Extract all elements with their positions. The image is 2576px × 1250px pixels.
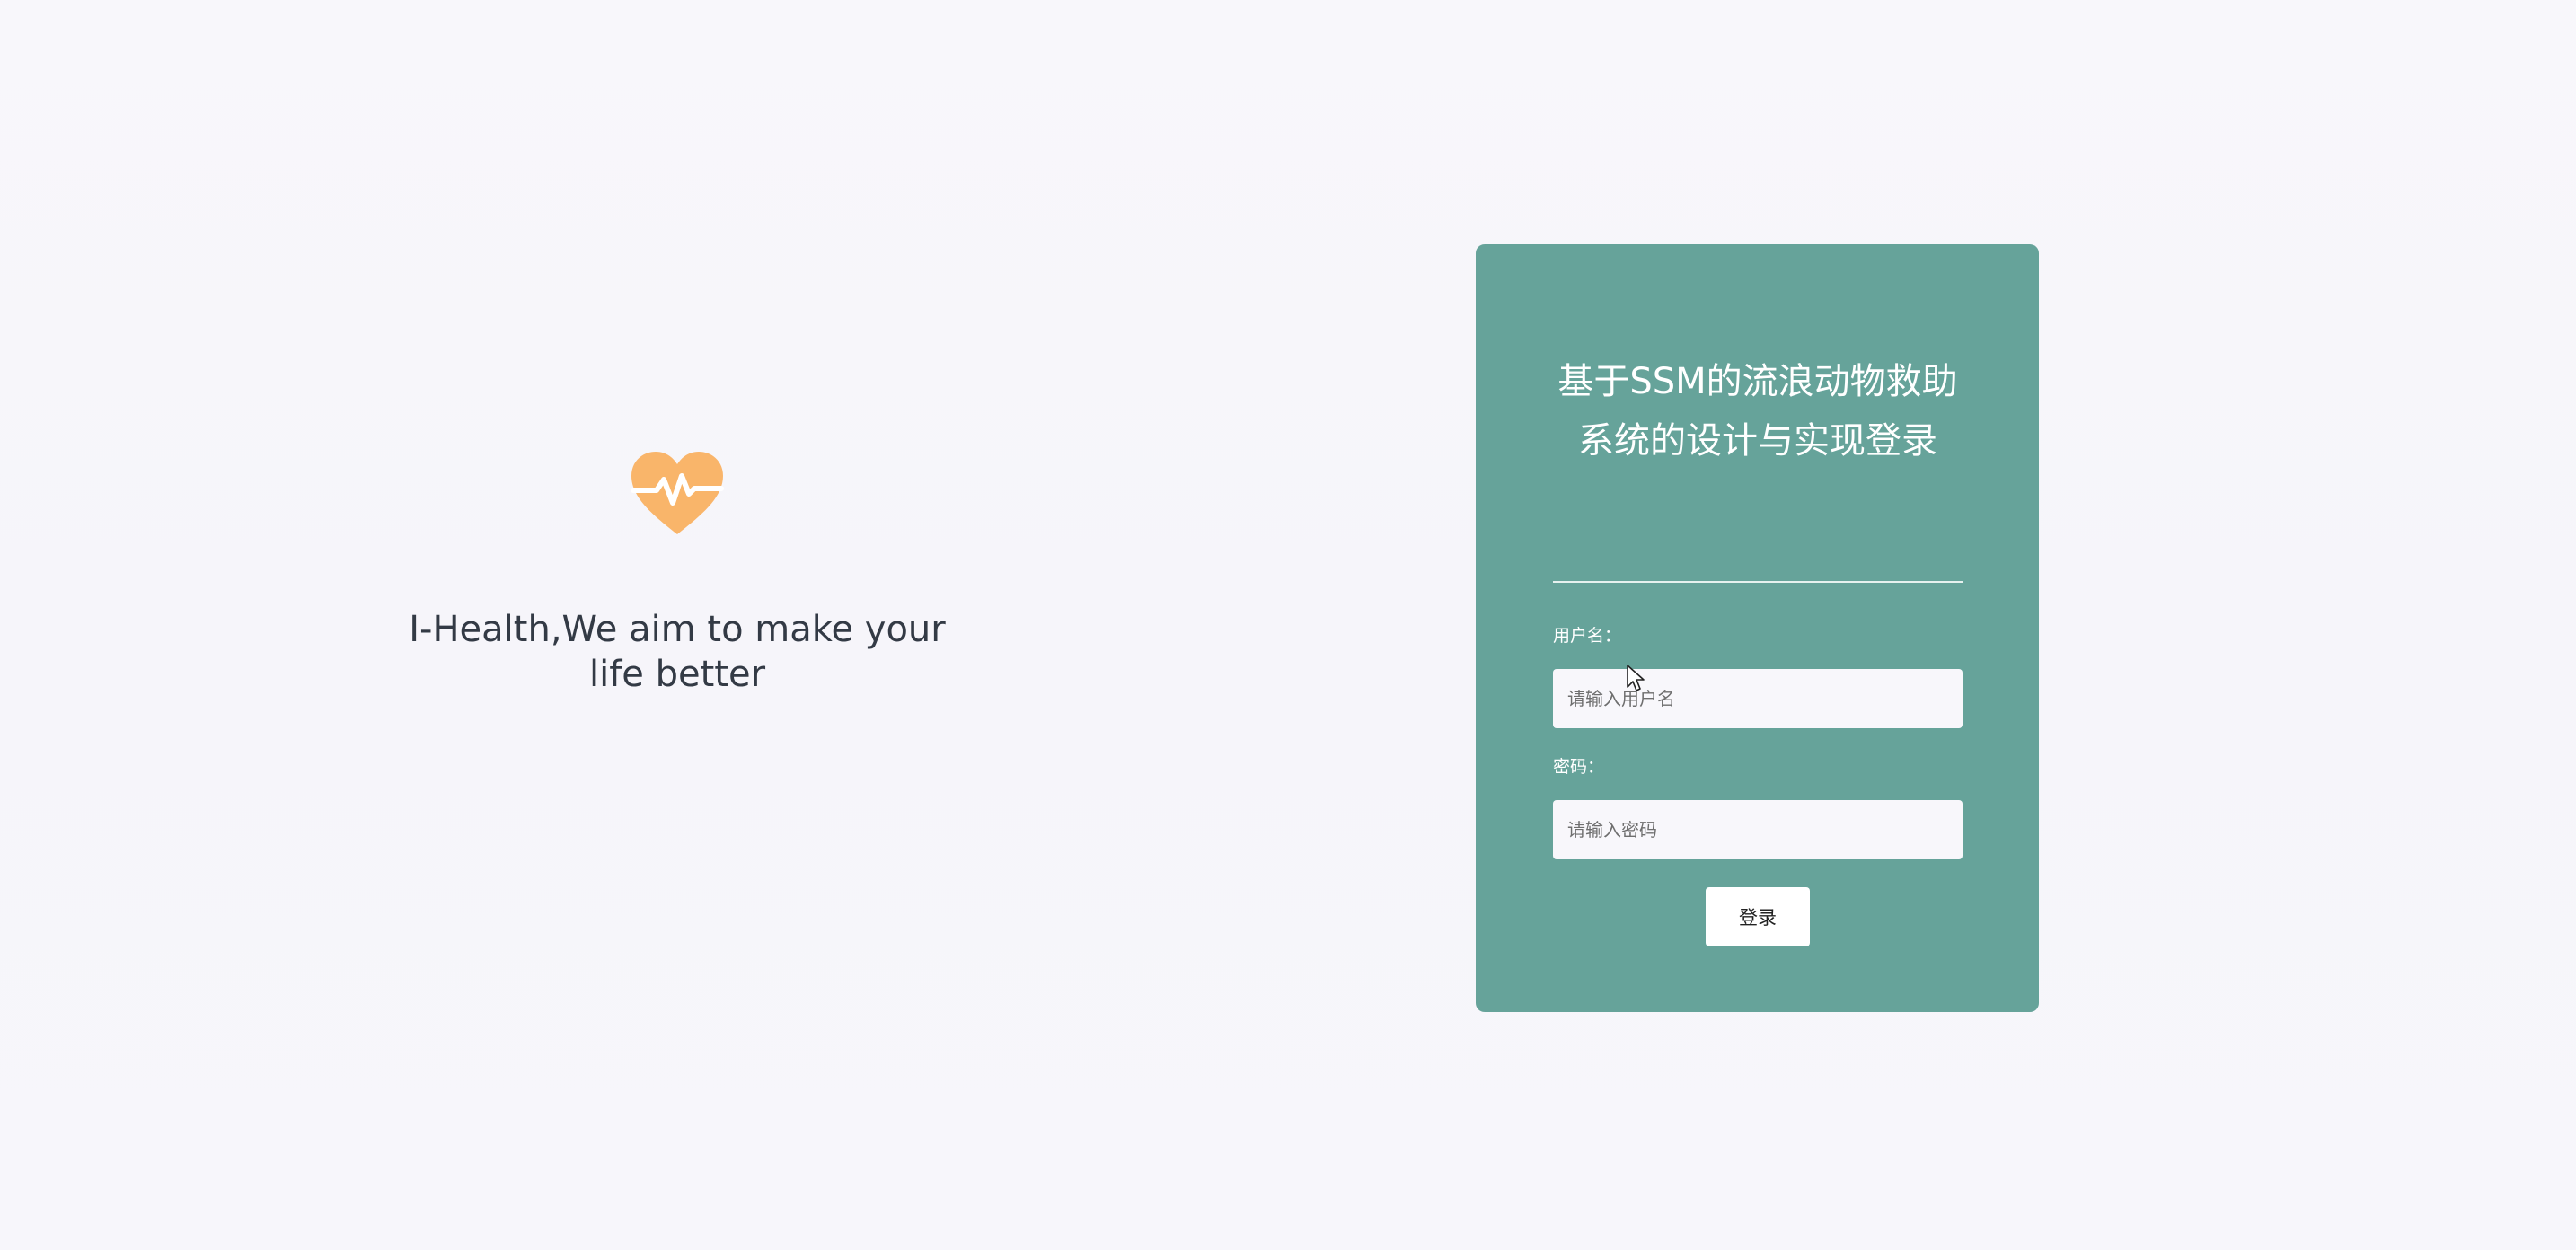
login-button[interactable]: 登录: [1706, 887, 1810, 946]
title-divider: [1553, 581, 1963, 583]
password-input[interactable]: [1553, 800, 1963, 859]
username-label: 用户名：: [1553, 626, 1622, 646]
tagline-text: I-Health,We aim to make your life better: [409, 609, 946, 695]
login-title: 基于SSM的流浪动物救助系统的设计与实现登录: [1557, 361, 1958, 462]
login-card: 基于SSM的流浪动物救助系统的设计与实现登录 用户名： 密码： 登录: [1476, 244, 2039, 1012]
password-label: 密码：: [1553, 757, 1605, 777]
heartbeat-icon: [628, 449, 727, 539]
username-input[interactable]: [1553, 669, 1963, 728]
branding-panel: I-Health,We aim to make your life better: [408, 449, 947, 697]
login-page: I-Health,We aim to make your life better…: [0, 0, 2576, 1250]
